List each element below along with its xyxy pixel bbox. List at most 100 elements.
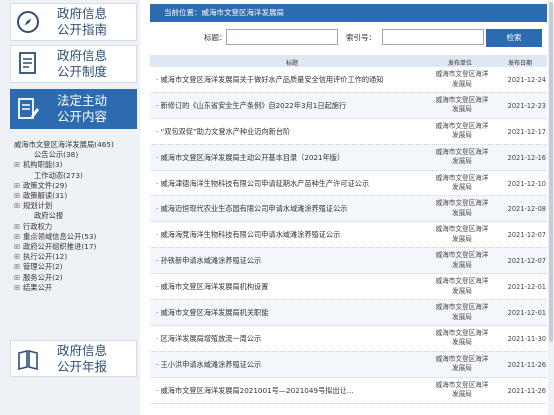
row-unit: 威海市文登区海洋发展局 [435, 303, 489, 321]
tree-item[interactable]: ⊞ 机构职能(3) [14, 160, 138, 170]
row-title-link[interactable]: · 威海市文登区海洋发展局主动公开基本目录（2021年版） [156, 153, 426, 163]
row-date: 2021-12-01 [507, 309, 546, 318]
row-unit: 威海市文登区海洋发展局 [435, 328, 489, 347]
row-date: 2021-12-07 [507, 231, 546, 240]
title-search-input[interactable] [226, 29, 338, 45]
expand-icon[interactable]: ⊞ [14, 283, 23, 293]
row-date: 2021-11-26 [507, 386, 546, 395]
row-date: 2021-11-30 [507, 334, 546, 343]
row-title-link[interactable]: · 新修订的《山东省安全生产条例》自2022年3月1日起施行 [156, 101, 426, 111]
row-unit: 威海市文登区海洋发展局 [435, 147, 489, 166]
search-button[interactable]: 检索 [486, 29, 542, 47]
tree-item[interactable]: ⊞ 行政权力 [14, 222, 138, 232]
edit-document-icon [11, 90, 45, 128]
compass-icon [11, 4, 45, 40]
expand-icon[interactable]: ⊞ [14, 232, 23, 242]
scrollbar-thumb[interactable] [549, 2, 553, 342]
row-title-link[interactable]: · 威海津德海洋生物科技有限公司申请延期水产苗种生产许可证公示 [156, 179, 426, 189]
row-title-link[interactable]: · 区海洋发展局增殖放流一周公示 [156, 334, 426, 344]
table-row: · 威海海竞海洋生物科技有限公司申请水域滩涂养殖证公示 威海市文登区海洋发展局 … [150, 222, 547, 249]
row-date: 2021-12-07 [507, 257, 546, 266]
table-row: · 威海市文登区海洋发展局主动公开基本目录（2021年版） 威海市文登区海洋发展… [150, 144, 547, 171]
row-title-link[interactable]: · 威海市文登区海洋发展局关于做好水产品质量安全信用评价工作的通知 [156, 75, 426, 85]
breadcrumb: 当前位置：威海市文登区海洋发展局 [150, 4, 547, 22]
row-date: 2021-12-24 [507, 76, 546, 84]
row-title-link[interactable]: · 威海迈恒现代农业生态园有限公司申请水域滩涂养殖证公示 [156, 204, 426, 214]
row-unit: 威海市文登区海洋发展局 [435, 121, 489, 140]
nav-statutory-content-label: 法定主动 公开内容 [57, 93, 108, 124]
row-date: 2021-12-10 [507, 179, 546, 188]
expand-icon[interactable]: ⊞ [14, 222, 23, 232]
tree-item[interactable]: ⊞ 管理公开(2) [14, 262, 138, 272]
expand-icon[interactable]: ⊞ [14, 181, 23, 191]
tree-item[interactable]: ⊞ 执行公开(12) [14, 252, 138, 262]
nav-statutory-content[interactable]: 法定主动 公开内容 [10, 89, 137, 129]
table-row: · 威海津德海洋生物科技有限公司申请延期水产苗种生产许可证公示 威海市文登区海洋… [150, 171, 547, 197]
vertical-scrollbar[interactable] [548, 0, 554, 415]
table-row: · 威海迈恒现代农业生态园有限公司申请水域滩涂养殖证公示 威海市文登区海洋发展局… [150, 196, 547, 223]
expand-icon[interactable]: ⊞ [14, 160, 23, 170]
nav-disclosure-system[interactable]: 政府信息 公开制度 [10, 45, 137, 83]
nav-disclosure-guide[interactable]: 政府信息 公开指南 [10, 3, 137, 41]
tree-item[interactable]: 政府公报 [14, 211, 138, 221]
table-row: · 威海市文登区海洋发展局机关职能 威海市文登区海洋发展局 2021-12-01 [150, 300, 547, 326]
row-date: 2021-12-01 [507, 283, 546, 292]
nav-disclosure-guide-label: 政府信息 公开指南 [57, 6, 108, 37]
table-header: 标题 发布单位 发布日期 [150, 55, 547, 67]
title-label: 标题： [204, 33, 227, 42]
nav-annual-report[interactable]: 政府信息 公开年报 [10, 340, 137, 377]
tree-root[interactable]: 威海市文登区海洋发展局(465) [14, 140, 138, 150]
row-title-link[interactable]: · 威海市文登区海洋发展局机关职能 [156, 308, 426, 318]
row-date: 2021-12-08 [507, 205, 546, 214]
document-icon [11, 46, 45, 82]
nav-disclosure-system-label: 政府信息 公开制度 [57, 48, 108, 79]
row-title-link[interactable]: · 孙铁新申请水域滩涂养殖证公示 [156, 256, 426, 266]
row-unit: 威海市文登区海洋发展局 [435, 95, 489, 114]
table-row: · 新修订的《山东省安全生产条例》自2022年3月1日起施行 威海市文登区海洋发… [150, 92, 547, 119]
tree-item[interactable]: ⊞ 重点领域信息公开(53) [14, 232, 138, 242]
content-panel: 当前位置：威海市文登区海洋发展局 标题： 索引号： 检索 标题 发布单位 发布日… [150, 0, 554, 415]
row-title-link[interactable]: · “双包双促”助力文登水产种业迈向新台阶 [156, 127, 426, 137]
row-title-link[interactable]: · 威海海竞海洋生物科技有限公司申请水域滩涂养殖证公示 [156, 230, 426, 240]
row-date: 2021-12-16 [507, 153, 546, 162]
row-unit: 威海市文登区海洋发展局 [435, 225, 489, 243]
table-row: · 王小洪申请水域滩涂养殖证公示 威海市文登区海洋发展局 2021-11-26 [150, 351, 547, 378]
expand-icon[interactable]: ⊞ [14, 273, 23, 283]
header-title: 标题 [286, 60, 299, 67]
index-search-input[interactable] [382, 29, 484, 45]
index-label: 索引号： [346, 33, 376, 42]
tree-item[interactable]: 工作动态(273) [14, 171, 138, 181]
expand-icon[interactable]: ⊞ [14, 252, 23, 262]
tree-item[interactable]: ⊞ 政策解读(31) [14, 191, 138, 201]
table-row: · 孙铁新申请水域滩涂养殖证公示 威海市文登区海洋发展局 2021-12-07 [150, 248, 547, 275]
header-date: 发布日期 [508, 60, 533, 67]
tree-item[interactable]: ⊞ 结果公开 [14, 283, 138, 293]
row-date: 2021-12-17 [507, 127, 546, 136]
tree-item[interactable]: ⊞ 规划计划 [14, 201, 138, 211]
expand-icon[interactable]: ⊞ [14, 201, 23, 211]
row-unit: 威海市文登区海洋发展局 [435, 251, 489, 269]
header-unit: 发布单位 [448, 60, 473, 67]
expand-icon[interactable]: ⊞ [14, 191, 23, 201]
table-row: · “双包双促”助力文登水产种业迈向新台阶 威海市文登区海洋发展局 2021-1… [150, 119, 547, 145]
row-date: 2021-11-26 [507, 360, 546, 369]
tree-item[interactable]: ⊞ 服务公开(2) [14, 273, 138, 283]
row-title-link[interactable]: · 威海市文登区海洋发展局机构设置 [156, 282, 426, 292]
table-row: · 威海市文登区海洋发展局2021001号—2021049号拟出让... 威海市… [150, 378, 547, 404]
table-row: · 威海市文登区海洋发展局关于做好水产品质量安全信用评价工作的通知 威海市文登区… [150, 67, 547, 93]
expand-icon[interactable]: ⊞ [14, 262, 23, 272]
search-bar: 标题： 索引号： 检索 [150, 26, 547, 48]
tree-item[interactable]: ⊞ 政策文件(29) [14, 181, 138, 191]
row-title-link[interactable]: · 威海市文登区海洋发展局2021001号—2021049号拟出让... [156, 386, 426, 396]
table-row: · 威海市文登区海洋发展局机构设置 威海市文登区海洋发展局 2021-12-01 [150, 274, 547, 301]
category-tree: 威海市文登区海洋发展局(465) 公告公示(38) ⊞ 机构职能(3) 工作动态(… [14, 140, 138, 293]
row-title-link[interactable]: · 王小洪申请水域滩涂养殖证公示 [156, 360, 426, 370]
tree-item[interactable]: 公告公示(38) [14, 150, 138, 160]
report-icon [11, 341, 45, 376]
row-date: 2021-12-23 [507, 101, 546, 110]
table-row: · 区海洋发展局增殖放流一周公示 威海市文登区海洋发展局 2021-11-30 [150, 326, 547, 352]
article-list: · 威海市文登区海洋发展局关于做好水产品质量安全信用评价工作的通知 威海市文登区… [150, 67, 547, 404]
tree-item[interactable]: ⊞ 政府公开组织推进(17) [14, 242, 138, 252]
row-unit: 威海市文登区海洋发展局 [435, 380, 489, 399]
expand-icon[interactable]: ⊞ [14, 242, 23, 252]
